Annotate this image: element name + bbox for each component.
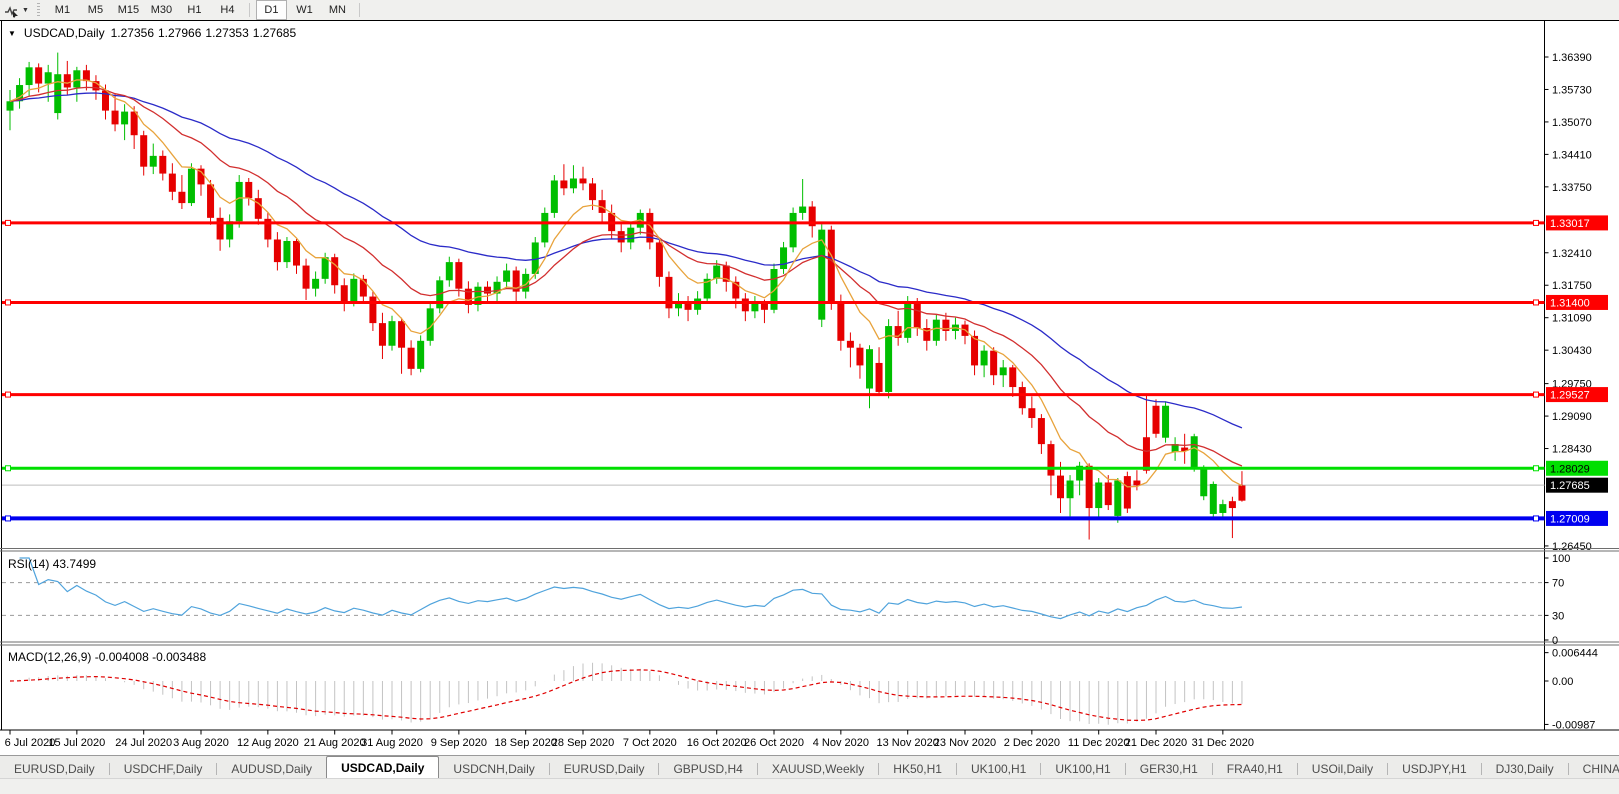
svg-text:4 Nov 2020: 4 Nov 2020	[813, 737, 869, 749]
svg-text:3 Aug 2020: 3 Aug 2020	[173, 737, 229, 749]
mt4-window: ▼ M1M5M15M30H1H4D1W1MN 1.363901.357301.3…	[0, 0, 1619, 794]
ohlc-low: 1.27353	[205, 26, 248, 40]
symbol-tab-eurusd-daily[interactable]: EURUSD,Daily	[550, 759, 660, 779]
symbol-tab-usoil-daily[interactable]: USOil,Daily	[1298, 759, 1388, 779]
svg-text:13 Nov 2020: 13 Nov 2020	[877, 737, 939, 749]
svg-text:1.35070: 1.35070	[1552, 117, 1592, 129]
svg-text:9 Sep 2020: 9 Sep 2020	[431, 737, 487, 749]
timeframe-button-m5[interactable]: M5	[80, 0, 111, 20]
svg-text:12 Aug 2020: 12 Aug 2020	[237, 737, 299, 749]
status-strip	[0, 778, 1619, 794]
svg-text:-0.00987: -0.00987	[1552, 719, 1595, 731]
symbol-tab-gbpusd-h4[interactable]: GBPUSD,H4	[659, 759, 757, 779]
svg-text:0.00: 0.00	[1552, 676, 1573, 688]
symbol-tab-eurusd-daily[interactable]: EURUSD,Daily	[0, 759, 110, 779]
symbol-tab-usdjpy-h1[interactable]: USDJPY,H1	[1388, 759, 1481, 779]
svg-text:100: 100	[1552, 553, 1570, 565]
svg-text:24 Jul 2020: 24 Jul 2020	[115, 737, 172, 749]
timeframe-button-h4[interactable]: H4	[212, 0, 243, 20]
svg-text:1.34410: 1.34410	[1552, 149, 1592, 161]
symbol-tab-fra40-h1[interactable]: FRA40,H1	[1213, 759, 1298, 779]
symbol-tab-audusd-daily[interactable]: AUDUSD,Daily	[217, 759, 326, 779]
toolbar-grip-handle[interactable]	[37, 3, 40, 17]
symbol-tab-usdcnh-daily[interactable]: USDCNH,Daily	[439, 759, 549, 779]
svg-text:1.31750: 1.31750	[1552, 280, 1592, 292]
timeframe-button-mn[interactable]: MN	[322, 0, 353, 20]
svg-text:1.28029: 1.28029	[1550, 463, 1590, 475]
triangle-down-icon[interactable]: ▼	[8, 29, 16, 38]
chart-cursor-tool[interactable]: ▼	[0, 3, 33, 18]
svg-text:1.32410: 1.32410	[1552, 248, 1592, 260]
symbol-tab-hk50-h1[interactable]: HK50,H1	[879, 759, 957, 779]
svg-text:30: 30	[1552, 610, 1564, 622]
svg-text:15 Jul 2020: 15 Jul 2020	[48, 737, 105, 749]
timeframe-button-d1[interactable]: D1	[256, 0, 287, 20]
toolbar-separator	[249, 3, 250, 17]
svg-text:1.36390: 1.36390	[1552, 52, 1592, 64]
svg-text:1.27685: 1.27685	[1550, 480, 1590, 492]
symbol-tab-xauusd-weekly[interactable]: XAUUSD,Weekly	[758, 759, 879, 779]
symbol-tab-uk100-h1[interactable]: UK100,H1	[1041, 759, 1125, 779]
timeframe-toolbar: ▼ M1M5M15M30H1H4 D1W1MN	[0, 0, 1619, 21]
svg-text:6 Jul 2020: 6 Jul 2020	[5, 737, 56, 749]
chart-title: ▼ USDCAD,Daily 1.27356 1.27966 1.27353 1…	[8, 26, 296, 40]
svg-text:1.29750: 1.29750	[1552, 379, 1592, 391]
svg-text:21 Aug 2020: 21 Aug 2020	[304, 737, 366, 749]
svg-text:18 Sep 2020: 18 Sep 2020	[495, 737, 557, 749]
symbol-tab-dj30-daily[interactable]: DJ30,Daily	[1482, 759, 1569, 779]
symbol-label: USDCAD,Daily	[24, 26, 105, 40]
svg-text:1.29090: 1.29090	[1552, 411, 1592, 423]
svg-text:7 Oct 2020: 7 Oct 2020	[623, 737, 677, 749]
svg-text:70: 70	[1552, 578, 1564, 590]
svg-text:1.27009: 1.27009	[1550, 513, 1590, 525]
svg-text:0.006444: 0.006444	[1552, 648, 1598, 660]
symbol-tab-usdchf-daily[interactable]: USDCHF,Daily	[110, 759, 218, 779]
svg-text:0: 0	[1552, 635, 1558, 647]
chart-window: 1.36390 1.35730 1.35070 1.34410 1.33750 1.324…	[0, 20, 1619, 794]
timeframe-button-h1[interactable]: H1	[179, 0, 210, 20]
svg-text:1.28430: 1.28430	[1552, 444, 1592, 456]
svg-text:31 Aug 2020: 31 Aug 2020	[361, 737, 423, 749]
svg-text:1.33017: 1.33017	[1550, 218, 1590, 230]
symbol-tab-bar: EURUSD,DailyUSDCHF,DailyAUDUSD,DailyUSDC…	[0, 755, 1619, 779]
svg-text:1.31090: 1.31090	[1552, 313, 1592, 325]
svg-text:1.31400: 1.31400	[1550, 297, 1590, 309]
timeframe-button-m1[interactable]: M1	[47, 0, 78, 20]
macd-indicator-label: MACD(12,26,9) -0.004008 -0.003488	[8, 650, 206, 664]
ohlc-high: 1.27966	[158, 26, 201, 40]
caret-down-icon: ▼	[22, 7, 29, 14]
symbol-tab-uk100-h1[interactable]: UK100,H1	[957, 759, 1041, 779]
symbol-tab-ger30-h1[interactable]: GER30,H1	[1126, 759, 1213, 779]
timeframe-button-m30[interactable]: M30	[146, 0, 177, 20]
svg-text:11 Dec 2020: 11 Dec 2020	[1068, 737, 1130, 749]
svg-text:1.29527: 1.29527	[1550, 390, 1590, 402]
svg-text:23 Nov 2020: 23 Nov 2020	[934, 737, 996, 749]
symbol-tab-china300-h1[interactable]: CHINA300,H1	[1569, 759, 1619, 779]
chart-canvas[interactable]: 1.36390 1.35730 1.35070 1.34410 1.33750 1.324…	[0, 20, 1619, 755]
svg-text:16 Oct 2020: 16 Oct 2020	[687, 737, 747, 749]
svg-text:1.26450: 1.26450	[1552, 541, 1592, 553]
ohlc-close: 1.27685	[253, 26, 296, 40]
ohlc-open: 1.27356	[111, 26, 154, 40]
svg-text:1.35730: 1.35730	[1552, 84, 1592, 96]
svg-text:31 Dec 2020: 31 Dec 2020	[1192, 737, 1254, 749]
svg-text:26 Oct 2020: 26 Oct 2020	[744, 737, 804, 749]
toolbar-separator	[359, 3, 360, 17]
svg-text:2 Dec 2020: 2 Dec 2020	[1004, 737, 1060, 749]
timeframe-button-w1[interactable]: W1	[289, 0, 320, 20]
chart-cursor-icon	[4, 3, 19, 18]
svg-text:21 Dec 2020: 21 Dec 2020	[1125, 737, 1187, 749]
svg-text:28 Sep 2020: 28 Sep 2020	[552, 737, 614, 749]
timeframe-button-m15[interactable]: M15	[113, 0, 144, 20]
rsi-indicator-label: RSI(14) 43.7499	[8, 557, 96, 571]
svg-text:1.30430: 1.30430	[1552, 345, 1592, 357]
svg-text:1.33750: 1.33750	[1552, 182, 1592, 194]
symbol-tab-usdcad-daily[interactable]: USDCAD,Daily	[326, 756, 439, 779]
